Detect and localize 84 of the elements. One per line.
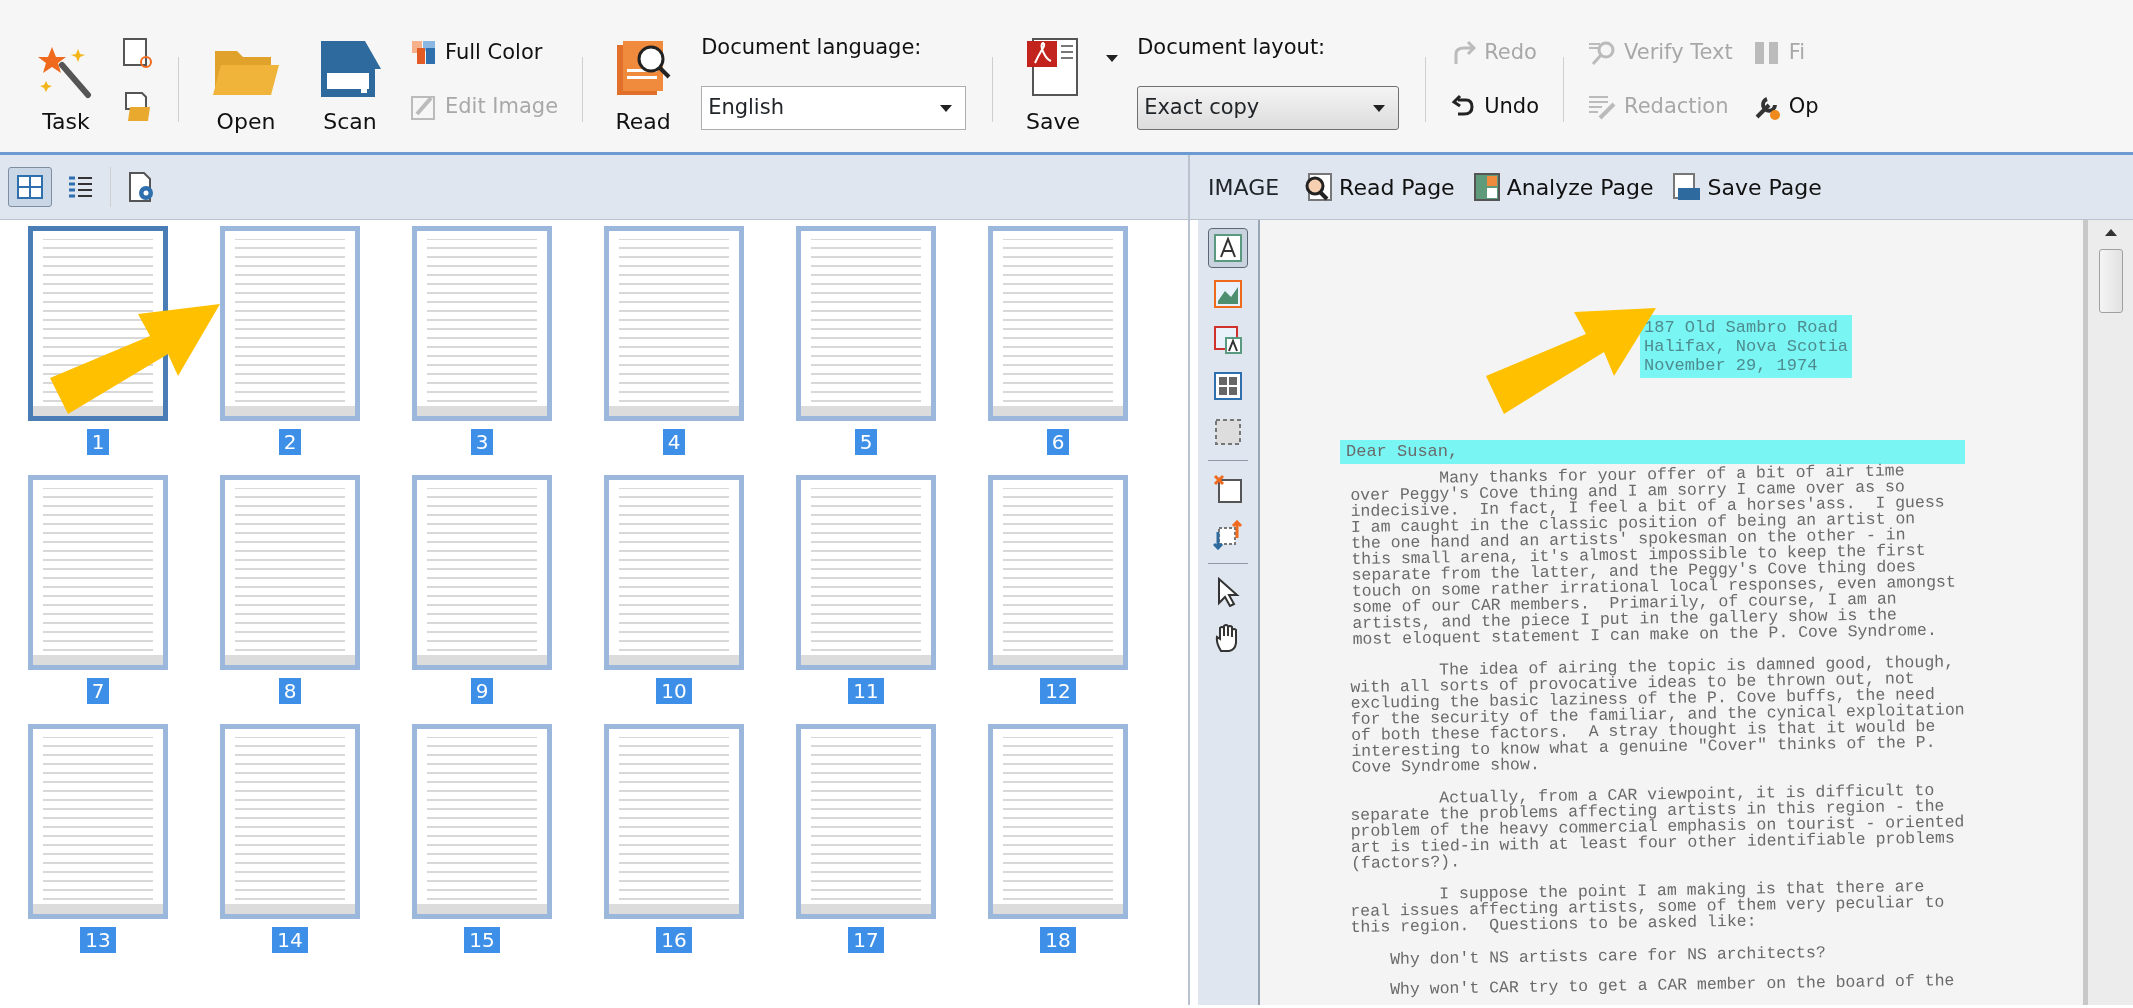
page-number: 18	[1040, 927, 1076, 953]
page-number: 4	[662, 429, 686, 455]
page-gear-icon	[126, 171, 156, 203]
page-number: 14	[272, 927, 308, 953]
delete-area-icon	[1213, 474, 1243, 504]
read-page-icon	[1303, 172, 1334, 202]
save-button[interactable]: Save	[1007, 12, 1100, 152]
panel-title: IMAGE	[1207, 173, 1281, 202]
table-area-icon	[1213, 371, 1243, 401]
field-label: Document layout:	[1137, 34, 1327, 61]
open-button[interactable]: Open	[193, 12, 299, 152]
read-button[interactable]: Read	[597, 12, 690, 152]
dropdown-field[interactable]: Exact copy	[1137, 86, 1400, 130]
magnifier-lines-icon	[1588, 40, 1616, 66]
options-button[interactable]: Op	[1746, 87, 1825, 127]
page-thumbnail[interactable]	[28, 475, 168, 670]
letter-question: Why won't CAR try to get a CAR member on the board of the	[1390, 971, 1956, 998]
page-number: 3	[470, 429, 494, 455]
analyze-page-button[interactable]: Analyze Page	[1466, 168, 1660, 206]
redaction-pencil-icon	[1588, 94, 1616, 120]
scrollbar[interactable]	[2088, 220, 2133, 1005]
thumbnail-view-button[interactable]	[8, 167, 52, 207]
page-thumbnail[interactable]	[604, 724, 744, 919]
scrollbar-thumb[interactable]	[2098, 249, 2123, 313]
read-page-button[interactable]: Read Page	[1297, 168, 1461, 206]
salutation-text: Dear Susan,	[1340, 440, 1965, 464]
address-text: 187 Old Sambro Road Halifax, Nova Scotia November 29, 1974	[1640, 315, 1853, 378]
dashed-area-icon	[1213, 417, 1243, 447]
page-thumbnail[interactable]	[220, 226, 360, 421]
letter-question: Why don't NS artists care for NS architects?	[1390, 942, 1827, 968]
background-picture-icon	[1213, 325, 1243, 355]
page-number: 5	[854, 429, 878, 455]
save-page-icon	[1671, 172, 1702, 202]
caret-icon	[1372, 103, 1387, 113]
letter-paragraph: Actually, from a CAR viewpoint, it is difficult to separate the problems affecting artists in this region - the problem of the heavy commercial emphasis on tourist - oriented art is tied-in with at least four other identifiable problems (factors?).	[1350, 780, 1966, 872]
page-number: 9	[470, 678, 494, 704]
page-number: 2	[278, 429, 302, 455]
page-number: 17	[848, 927, 884, 953]
text-area-icon	[1213, 233, 1243, 263]
task-button[interactable]: Task	[20, 12, 112, 152]
full-color-button[interactable]: Full Color	[405, 33, 565, 73]
page-number: 1	[86, 429, 110, 455]
page-thumbnail[interactable]	[220, 475, 360, 670]
color-squares-icon	[411, 40, 437, 66]
scroll-up-icon[interactable]	[2103, 228, 2118, 237]
new-page-icon	[122, 37, 152, 69]
picture-area-icon	[1213, 279, 1243, 309]
page-number: 13	[80, 927, 116, 953]
page-thumbnail[interactable]	[412, 724, 552, 919]
undo-button[interactable]: Undo	[1444, 87, 1545, 127]
grid-view-icon	[16, 174, 44, 200]
list-view-icon	[66, 174, 94, 200]
analyze-page-icon	[1472, 172, 1501, 202]
page-thumbnail[interactable]	[604, 226, 744, 421]
page-thumbnail[interactable]	[604, 475, 744, 670]
page-thumbnail[interactable]	[28, 724, 168, 919]
page-number: 11	[848, 678, 884, 704]
letter-paragraph: The idea of airing the topic is damned good, though, with all sorts of provocative ideas to be thrown out, not excluding the basic laziness of the P. Cove buffs, the need for the security of the familiar, and the cynical exploitation of both these factors. A stray thought is that it would be interesting to know what a genuine "Cover" thinks of the P. Cove Syndrome show.	[1350, 652, 1966, 776]
letter-paragraph: I suppose the point I am making is that there are real issues affecting artists, some of them very peculiar to this region. Questions to be asked like:	[1350, 876, 1946, 936]
page-thumbnail[interactable]	[796, 724, 936, 919]
page-number: 7	[86, 678, 110, 704]
page-thumbnail[interactable]	[988, 724, 1128, 919]
page-thumbnail[interactable]	[988, 226, 1128, 421]
page-thumbnail[interactable]	[796, 226, 936, 421]
brush-image-icon	[411, 94, 437, 120]
page-number: 15	[464, 927, 500, 953]
page-thumbnail[interactable]	[220, 724, 360, 919]
page-thumbnail[interactable]	[988, 475, 1128, 670]
field-label: Document language:	[701, 34, 923, 61]
page-number: 8	[278, 678, 302, 704]
text-area-tool[interactable]	[1208, 228, 1248, 268]
page-number: 10	[656, 678, 692, 704]
page-thumbnail[interactable]	[796, 475, 936, 670]
scan-button[interactable]: Scan	[299, 12, 401, 152]
caret-icon	[1105, 54, 1120, 63]
page-number: 16	[656, 927, 692, 953]
page-number: 6	[1046, 429, 1070, 455]
page-thumbnail[interactable]	[412, 475, 552, 670]
reorder-arrows-icon	[1213, 520, 1243, 550]
page-number: 12	[1040, 678, 1076, 704]
dropdown-field[interactable]: English	[701, 86, 967, 130]
save-page-button[interactable]: Save Page	[1665, 168, 1828, 206]
page-thumbnail[interactable]	[412, 226, 552, 421]
caret-icon	[939, 103, 954, 113]
